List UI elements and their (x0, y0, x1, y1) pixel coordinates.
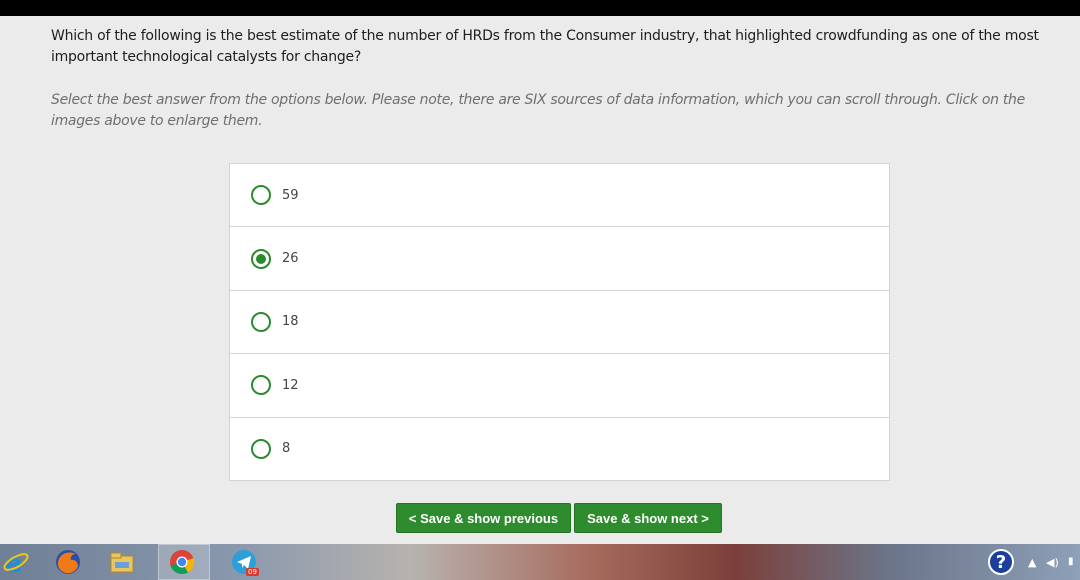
option-label: 12 (282, 377, 299, 393)
windows-taskbar: e 09 (0, 544, 1080, 580)
option-label: 59 (282, 187, 299, 203)
tray-expand-icon[interactable]: ▲ (1028, 556, 1036, 569)
question-text: Which of the following is the best estim… (51, 28, 1039, 65)
option-label: 8 (282, 441, 291, 457)
volume-icon[interactable]: ◀) (1046, 556, 1059, 569)
option-8[interactable]: 8 (229, 416, 890, 481)
save-show-previous-button[interactable]: < Save & show previous (396, 503, 571, 533)
file-explorer-icon[interactable] (108, 548, 136, 576)
option-label: 26 (282, 251, 299, 267)
internet-explorer-icon[interactable]: e (2, 548, 30, 576)
top-black-bar (0, 0, 1080, 16)
option-26[interactable]: 26 (229, 226, 890, 291)
answer-options: 59 26 18 12 8 (229, 163, 890, 481)
chrome-icon[interactable] (168, 548, 196, 576)
radio-button[interactable] (251, 311, 271, 332)
option-label: 18 (282, 314, 299, 330)
firefox-icon[interactable] (54, 548, 82, 576)
option-18[interactable]: 18 (229, 289, 890, 355)
help-icon[interactable]: ? (988, 549, 1014, 575)
radio-button[interactable] (251, 438, 271, 459)
instructions-text: Select the best answer from the options … (51, 92, 1025, 129)
radio-button[interactable] (251, 375, 271, 396)
telegram-badge: 09 (246, 568, 259, 576)
option-59[interactable]: 59 (229, 163, 890, 228)
radio-dot (256, 253, 266, 264)
radio-button[interactable] (251, 185, 271, 206)
option-12[interactable]: 12 (229, 353, 890, 418)
save-show-next-button[interactable]: Save & show next > (574, 503, 722, 533)
network-icon[interactable]: ▮ (1068, 556, 1074, 567)
radio-button-selected[interactable] (251, 248, 271, 269)
